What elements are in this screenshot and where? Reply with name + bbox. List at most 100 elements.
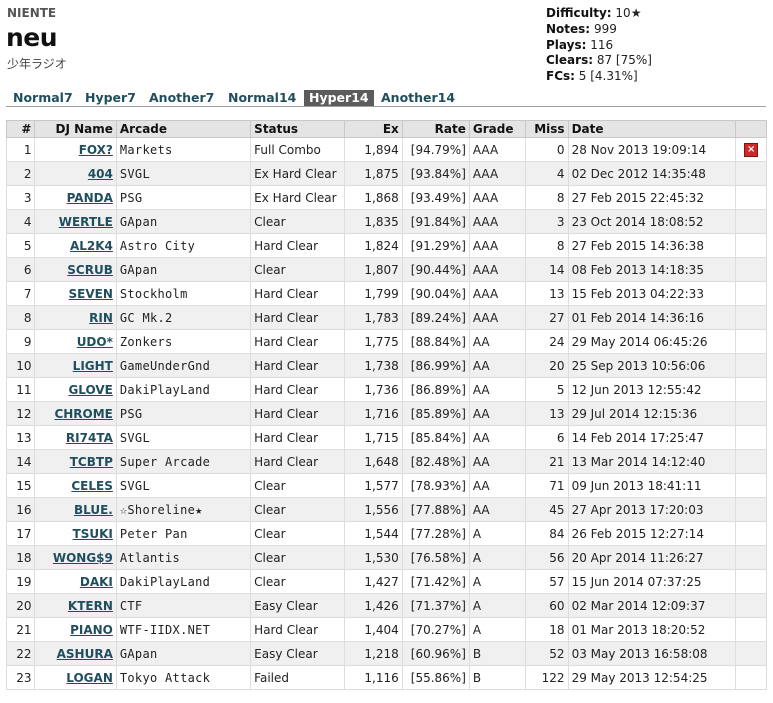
- cell-dj-name[interactable]: UDO*: [34, 329, 117, 354]
- cell-miss: 4: [524, 161, 569, 186]
- cell-rank: 10: [5, 353, 36, 378]
- cell-miss: 60: [524, 593, 569, 618]
- cell-dj-name[interactable]: RI74TA: [34, 425, 117, 450]
- col-arcade[interactable]: Arcade: [115, 120, 252, 138]
- tab-hyper7[interactable]: Hyper7: [80, 90, 141, 106]
- stat-label: Difficulty:: [546, 6, 612, 20]
- cell-dj-name[interactable]: LOGAN: [34, 665, 117, 690]
- cell-date: 29 May 2014 06:45:26: [567, 329, 737, 354]
- cell-rank: 23: [5, 665, 36, 690]
- cell-dj-name[interactable]: ASHURA: [34, 641, 117, 666]
- cell-dj-name[interactable]: PIANO: [34, 617, 117, 642]
- cell-actions: [735, 425, 767, 450]
- table-row: 14 TCBTP Super Arcade Hard Clear 1,648 [82.48…: [5, 449, 767, 474]
- cell-dj-name[interactable]: LIGHT: [34, 353, 117, 378]
- table-row: 21 PIANO WTF-IIDX.NET Hard Clear 1,404 [70.27…: [5, 617, 767, 642]
- delete-icon[interactable]: ×: [744, 142, 759, 157]
- table-row: 7 SEVEN Stockholm Hard Clear 1,799 [90.04%] AA…: [5, 281, 767, 306]
- cell-dj-name[interactable]: WONG$9: [34, 545, 117, 570]
- cell-actions: [735, 329, 767, 354]
- cell-miss: 14: [524, 257, 569, 282]
- col-miss[interactable]: Miss: [524, 120, 569, 138]
- stat-clears: Clears: 87 [75%]: [546, 53, 652, 69]
- cell-actions: [735, 233, 767, 258]
- cell-status: Clear: [250, 497, 345, 522]
- cell-dj-name[interactable]: TCBTP: [34, 449, 117, 474]
- cell-rate: [78.93%]: [401, 473, 470, 498]
- cell-rate: [85.84%]: [401, 425, 470, 450]
- table-row: 8 RIN GC Mk.2 Hard Clear 1,783 [89.24%] AAA 27 0…: [5, 305, 767, 330]
- col-dj-name[interactable]: DJ Name: [34, 120, 117, 138]
- cell-dj-name[interactable]: DAKI: [34, 569, 117, 594]
- cell-arcade: SVGL: [115, 425, 252, 450]
- cell-date: 26 Feb 2015 12:27:14: [567, 521, 737, 546]
- cell-miss: 5: [524, 377, 569, 402]
- cell-status: Failed: [250, 665, 345, 690]
- cell-arcade: CTF: [115, 593, 252, 618]
- song-genre: 少年ラジオ: [7, 57, 67, 71]
- cell-ex: 1,783: [343, 305, 403, 330]
- cell-rate: [88.84%]: [401, 329, 470, 354]
- cell-actions: [735, 401, 767, 426]
- cell-dj-name[interactable]: CELES: [34, 473, 117, 498]
- col-ex[interactable]: Ex: [343, 120, 403, 138]
- cell-rank: 4: [5, 209, 36, 234]
- cell-miss: 57: [524, 569, 569, 594]
- cell-miss: 6: [524, 425, 569, 450]
- tab-another14[interactable]: Another14: [376, 90, 460, 106]
- col-status[interactable]: Status: [250, 120, 345, 138]
- table-row: 9 UDO* Zonkers Hard Clear 1,775 [88.84%] AA 24 2…: [5, 329, 767, 354]
- col-grade[interactable]: Grade: [468, 120, 526, 138]
- cell-dj-name[interactable]: CHROME: [34, 401, 117, 426]
- cell-arcade: Super Arcade: [115, 449, 252, 474]
- cell-dj-name[interactable]: KTERN: [34, 593, 117, 618]
- cell-rate: [93.49%]: [401, 185, 470, 210]
- cell-arcade: Tokyo Attack: [115, 665, 252, 690]
- cell-miss: 122: [524, 665, 569, 690]
- cell-ex: 1,116: [343, 665, 403, 690]
- cell-status: Hard Clear: [250, 281, 345, 306]
- cell-ex: 1,530: [343, 545, 403, 570]
- cell-rank: 14: [5, 449, 36, 474]
- cell-dj-name[interactable]: WERTLE: [34, 209, 117, 234]
- cell-actions: [735, 305, 767, 330]
- cell-arcade: GameUnderGnd: [115, 353, 252, 378]
- cell-status: Clear: [250, 209, 345, 234]
- tab-normal7[interactable]: Normal7: [8, 90, 78, 106]
- cell-dj-name[interactable]: FOX?: [34, 137, 117, 162]
- cell-date: 08 Feb 2013 14:18:35: [567, 257, 737, 282]
- cell-rank: 7: [5, 281, 36, 306]
- col-rate[interactable]: Rate: [401, 120, 470, 138]
- cell-dj-name[interactable]: 404: [34, 161, 117, 186]
- tab-hyper14[interactable]: Hyper14: [304, 90, 374, 106]
- cell-dj-name[interactable]: SCRUB: [34, 257, 117, 282]
- col-date[interactable]: Date: [567, 120, 737, 138]
- col-rank[interactable]: #: [5, 120, 36, 138]
- cell-date: 15 Feb 2013 04:22:33: [567, 281, 737, 306]
- cell-dj-name[interactable]: TSUKI: [34, 521, 117, 546]
- cell-dj-name[interactable]: SEVEN: [34, 281, 117, 306]
- tab-another7[interactable]: Another7: [144, 90, 219, 106]
- cell-status: Clear: [250, 569, 345, 594]
- stat-label: Clears:: [546, 53, 594, 68]
- cell-dj-name[interactable]: AL2K4: [34, 233, 117, 258]
- cell-dj-name[interactable]: PANDA: [34, 185, 117, 210]
- cell-actions: ×: [735, 137, 767, 162]
- cell-ex: 1,648: [343, 449, 403, 474]
- cell-arcade: SVGL: [115, 161, 252, 186]
- cell-dj-name[interactable]: BLUE.: [34, 497, 117, 522]
- stat-label: Notes:: [546, 21, 591, 36]
- cell-rate: [82.48%]: [401, 449, 470, 474]
- cell-rate: [94.79%]: [401, 137, 470, 162]
- cell-grade: AA: [468, 329, 526, 354]
- cell-dj-name[interactable]: RIN: [34, 305, 117, 330]
- cell-date: 02 Mar 2014 12:09:37: [567, 593, 737, 618]
- cell-ex: 1,738: [343, 353, 403, 378]
- cell-date: 12 Jun 2013 12:55:42: [567, 377, 737, 402]
- cell-rate: [71.42%]: [401, 569, 470, 594]
- cell-rate: [71.37%]: [401, 593, 470, 618]
- cell-actions: [735, 473, 767, 498]
- cell-dj-name[interactable]: GLOVE: [34, 377, 117, 402]
- cell-grade: B: [468, 665, 526, 690]
- tab-normal14[interactable]: Normal14: [223, 90, 301, 106]
